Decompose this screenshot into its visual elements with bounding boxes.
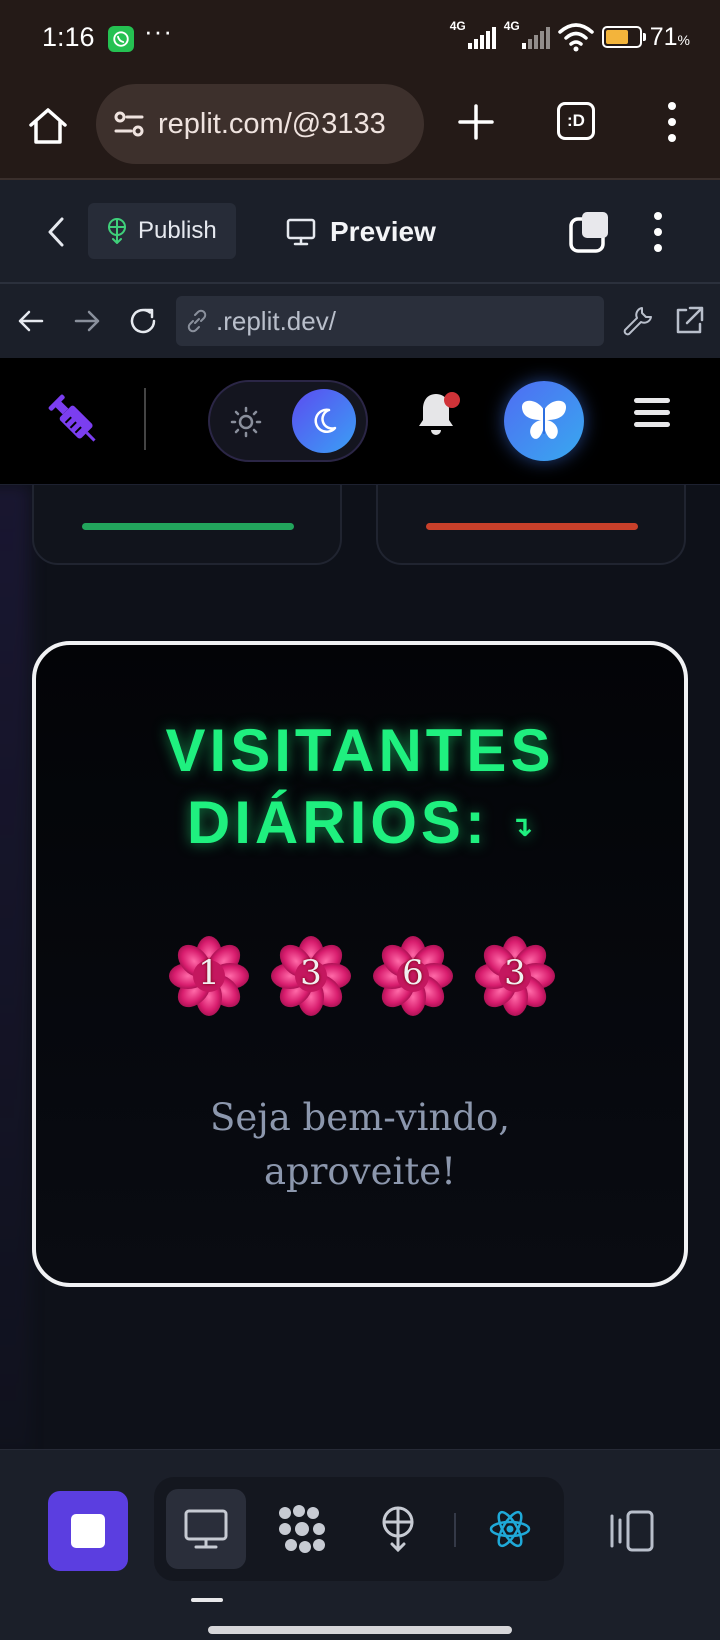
browser-toolbar: replit.com/@3133 :D bbox=[0, 78, 720, 180]
stat-card-bar bbox=[82, 523, 294, 530]
visitor-digit: 1 bbox=[198, 953, 220, 993]
tab-switcher-button[interactable]: :D bbox=[557, 102, 595, 140]
wrench-icon[interactable] bbox=[620, 304, 654, 338]
wifi-icon bbox=[557, 23, 594, 52]
plus-icon[interactable] bbox=[456, 102, 496, 142]
butterfly-icon bbox=[521, 400, 567, 439]
more-vertical-icon[interactable] bbox=[651, 210, 665, 254]
stat-card bbox=[376, 485, 686, 565]
battery-unit: % bbox=[677, 31, 690, 48]
status-indicators: 4G 4G 71% bbox=[450, 19, 690, 52]
address-url[interactable]: replit.com/@3133 bbox=[158, 108, 408, 141]
visitor-digit: 3 bbox=[504, 953, 526, 993]
page-content: VISITANTES DIÁRIOS: ↴ 1 3 6 3 Seja bem-v… bbox=[0, 485, 720, 1449]
chevron-left-icon[interactable] bbox=[44, 216, 68, 248]
site-header bbox=[0, 358, 720, 485]
notification-badge bbox=[444, 392, 460, 408]
stop-icon bbox=[71, 1514, 105, 1548]
arrow-right-icon[interactable] bbox=[70, 304, 104, 338]
visitor-counter-title: VISITANTES DIÁRIOS: ↴ bbox=[36, 715, 684, 863]
welcome-line-1: Seja bem-vindo, bbox=[210, 1096, 510, 1139]
arrow-down-icon: ↴ bbox=[509, 811, 534, 843]
panel-toggle-icon[interactable] bbox=[606, 1508, 656, 1554]
tool-preview[interactable] bbox=[166, 1489, 246, 1569]
visitor-counter-card: VISITANTES DIÁRIOS: ↴ 1 3 6 3 Seja bem-v… bbox=[32, 641, 688, 1287]
more-vertical-icon[interactable] bbox=[665, 100, 679, 144]
active-indicator bbox=[191, 1598, 223, 1602]
welcome-line-2: aproveite! bbox=[264, 1150, 456, 1193]
battery-percent: 71 bbox=[649, 22, 678, 51]
publish-icon bbox=[108, 218, 126, 244]
gesture-home-indicator[interactable] bbox=[208, 1626, 512, 1634]
visitor-digit: 6 bbox=[402, 953, 424, 993]
open-external-icon[interactable] bbox=[672, 304, 706, 338]
monitor-icon bbox=[286, 218, 316, 246]
sun-icon[interactable] bbox=[230, 406, 262, 438]
site-settings-icon[interactable] bbox=[112, 107, 146, 141]
tool-separator bbox=[454, 1513, 456, 1547]
publish-button[interactable]: Publish bbox=[88, 203, 236, 259]
webview-url-field[interactable]: .replit.dev/ bbox=[176, 296, 604, 346]
stat-card bbox=[32, 485, 342, 565]
welcome-message: Seja bem-vindo, aproveite! bbox=[36, 1091, 684, 1199]
webview-url[interactable]: .replit.dev/ bbox=[216, 306, 336, 337]
menu-icon[interactable] bbox=[634, 398, 670, 430]
visitor-digit-flower: 1 bbox=[168, 935, 250, 1017]
avatar[interactable] bbox=[504, 381, 584, 461]
visitor-count: 1 3 6 3 bbox=[168, 935, 556, 1017]
header-divider bbox=[144, 388, 146, 450]
replit-toolbar: Publish Preview bbox=[0, 180, 720, 284]
status-bar: 1:16 ··· 4G 4G 71% bbox=[0, 0, 720, 78]
link-icon bbox=[187, 309, 207, 333]
status-time: 1:16 bbox=[42, 22, 95, 52]
monitor-icon bbox=[184, 1509, 228, 1549]
tab-preview[interactable]: Preview bbox=[286, 206, 436, 258]
signal-icon-2: 4G bbox=[504, 19, 550, 51]
visitor-digit-flower: 6 bbox=[372, 935, 454, 1017]
agent-icon bbox=[279, 1505, 325, 1553]
signal-icon: 4G bbox=[450, 19, 496, 51]
notification-dots: ··· bbox=[144, 16, 173, 46]
syringe-icon[interactable] bbox=[44, 390, 104, 450]
visitor-digit-flower: 3 bbox=[270, 935, 352, 1017]
stat-card-bar bbox=[426, 523, 638, 530]
tool-agent[interactable] bbox=[262, 1489, 342, 1569]
moon-icon bbox=[314, 408, 337, 433]
title-line-1: VISITANTES bbox=[165, 717, 555, 784]
visitor-digit-flower: 3 bbox=[474, 935, 556, 1017]
arrow-left-icon[interactable] bbox=[14, 304, 48, 338]
moon-toggle-knob[interactable] bbox=[292, 389, 356, 453]
publish-icon bbox=[382, 1506, 414, 1552]
webview-toolbar: .replit.dev/ bbox=[0, 284, 720, 358]
preview-label: Preview bbox=[330, 216, 436, 247]
whatsapp-icon bbox=[108, 26, 134, 52]
react-icon bbox=[489, 1510, 531, 1548]
window-icon[interactable] bbox=[568, 210, 612, 254]
refresh-icon[interactable] bbox=[126, 304, 160, 338]
home-icon[interactable] bbox=[26, 104, 70, 148]
battery-level: 71% bbox=[650, 23, 690, 52]
publish-label: Publish bbox=[138, 217, 217, 244]
bottom-toolbar bbox=[0, 1449, 720, 1640]
tool-react[interactable] bbox=[470, 1489, 550, 1569]
address-bar[interactable]: replit.com/@3133 bbox=[96, 84, 424, 164]
network-type: 4G bbox=[449, 19, 466, 33]
tool-group bbox=[154, 1477, 564, 1581]
network-type-2: 4G bbox=[503, 19, 520, 33]
title-line-2: DIÁRIOS: bbox=[186, 789, 489, 856]
tool-deploy[interactable] bbox=[358, 1489, 438, 1569]
visitor-digit: 3 bbox=[300, 953, 322, 993]
stop-button[interactable] bbox=[48, 1491, 128, 1571]
theme-toggle[interactable] bbox=[208, 380, 368, 462]
battery-icon bbox=[601, 26, 646, 48]
